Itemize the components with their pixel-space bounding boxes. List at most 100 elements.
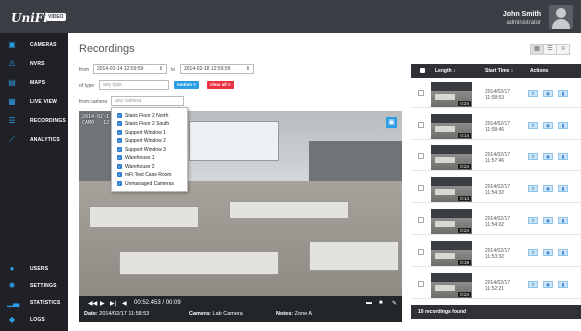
sidebar-item-label: RECORDINGS: [30, 118, 66, 124]
camera-info-value: Lab Camera: [212, 311, 243, 317]
checkbox-checked-icon[interactable]: ✓: [117, 164, 122, 169]
checkbox-checked-icon[interactable]: ✓: [117, 113, 122, 118]
camera-option[interactable]: ✓ Support Window 1: [117, 129, 166, 136]
volume-icon[interactable]: ◀: [122, 300, 127, 307]
user-name[interactable]: John Smith: [503, 11, 541, 18]
table-row[interactable]: 0:24 2014/02/17 11:54:02 ⚲ ◉ ▮: [411, 207, 581, 235]
checkbox-checked-icon[interactable]: ✓: [117, 172, 122, 177]
table-row[interactable]: 0:19 2014/02/17 11:53:32 ⚲ ◉ ▮: [411, 239, 581, 267]
sidebar-item-analytics[interactable]: ⟋ ANALYTICS: [0, 133, 68, 147]
spinner-icon[interactable]: ⇕: [159, 65, 163, 73]
zoom-icon[interactable]: ⚲: [528, 122, 538, 129]
camera-option[interactable]: ✓ Support Window 2: [117, 137, 166, 144]
view-icon[interactable]: ◉: [543, 185, 553, 192]
select-all-checkbox[interactable]: [420, 68, 425, 73]
view-icon[interactable]: ◉: [543, 281, 553, 288]
camera-option[interactable]: ✓ Warehouse 2: [117, 163, 155, 170]
to-date-input[interactable]: 2014-02-18 12:59:59 ⇕: [180, 64, 254, 74]
checkbox-checked-icon[interactable]: ✓: [117, 181, 122, 186]
recording-thumbnail[interactable]: 0:24: [431, 209, 472, 234]
row-checkbox[interactable]: [418, 90, 424, 96]
trash-icon[interactable]: ▮: [558, 281, 568, 288]
row-checkbox[interactable]: [418, 185, 424, 191]
view-icon[interactable]: ◉: [543, 217, 553, 224]
table-row[interactable]: 0:24 2014/02/17 11:52:21 ⚲ ◉ ▮: [411, 271, 581, 299]
zoom-icon[interactable]: ⚲: [528, 153, 538, 160]
save-icon[interactable]: ▣: [386, 117, 397, 128]
trash-icon[interactable]: ▮: [558, 249, 568, 256]
spinner-icon[interactable]: ⇕: [246, 65, 250, 73]
table-row[interactable]: 0:24 2014/02/17 11:58:53 ⚲ ◉ ▮: [411, 80, 581, 108]
trash-icon[interactable]: ▮: [558, 122, 568, 129]
camera-option[interactable]: ✓ Stairs Floor 2 North: [117, 112, 168, 119]
row-checkbox[interactable]: [418, 249, 424, 255]
view-icon[interactable]: ◉: [543, 249, 553, 256]
zoom-icon[interactable]: ⚲: [528, 249, 538, 256]
view-icon[interactable]: ◉: [543, 90, 553, 97]
checkbox-checked-icon[interactable]: ✓: [117, 130, 122, 135]
row-checkbox[interactable]: [418, 281, 424, 287]
trash-icon[interactable]: ▮: [558, 217, 568, 224]
table-row[interactable]: 0:24 2014/02/17 11:57:46 ⚲ ◉ ▮: [411, 143, 581, 171]
zoom-icon[interactable]: ⚲: [528, 281, 538, 288]
list-view-icon[interactable]: ☰: [543, 44, 557, 55]
camera-option[interactable]: ✓ mFi Test Case Room: [117, 171, 172, 178]
camera-option-label: Unmanaged Cameras: [125, 180, 174, 187]
avatar[interactable]: [549, 5, 573, 29]
checkbox-checked-icon[interactable]: ✓: [117, 147, 122, 152]
grid-view-icon[interactable]: ▦: [530, 44, 544, 55]
row-checkbox[interactable]: [418, 122, 424, 128]
recording-thumbnail[interactable]: 0:24: [431, 82, 472, 107]
zoom-icon[interactable]: ⚲: [528, 185, 538, 192]
camera-input[interactable]: any camera: [111, 96, 184, 106]
sidebar-item-users[interactable]: ● USERS: [0, 262, 68, 276]
view-icon[interactable]: ◉: [543, 122, 553, 129]
sidebar-item-logs[interactable]: ◆ LOGS: [0, 313, 68, 327]
camera-option[interactable]: ✓ Support Window 3: [117, 146, 166, 153]
skip-forward-icon[interactable]: ▶|: [110, 300, 116, 307]
screenshot-icon[interactable]: ▬: [366, 300, 372, 306]
recording-thumbnail[interactable]: 0:24: [431, 273, 472, 298]
playback-bar: ◀◀ ▶ ▶| ◀ 00:52.453 / 00:09 ▬ ■ ✎ Date: …: [79, 296, 402, 322]
from-date-input[interactable]: 2014-02-14 12:59:59 ⇕: [93, 64, 167, 74]
sidebar-item-cameras[interactable]: ▣ CAMERAS: [0, 38, 68, 52]
recording-thumbnail[interactable]: 0:14: [431, 114, 472, 139]
table-row[interactable]: 0:14 2014/02/17 11:58:46 ⚲ ◉ ▮: [411, 112, 581, 140]
view-icon[interactable]: ◉: [543, 153, 553, 160]
trash-icon[interactable]: ▮: [558, 153, 568, 160]
camera-option[interactable]: ✓ Unmanaged Cameras: [117, 180, 174, 187]
sidebar-item-live-view[interactable]: ▦ LIVE VIEW: [0, 95, 68, 109]
recording-thumbnail[interactable]: 0:19: [431, 241, 472, 266]
camera-option[interactable]: ✓ Stairs Floor 2 South: [117, 120, 169, 127]
fullscreen-icon[interactable]: ■: [379, 300, 383, 306]
type-input[interactable]: any type: [99, 80, 169, 90]
table-row[interactable]: 0:14 2014/02/17 11:54:32 ⚲ ◉ ▮: [411, 175, 581, 203]
checkbox-checked-icon[interactable]: ✓: [117, 155, 122, 160]
play-icon[interactable]: ▶: [100, 300, 105, 307]
skip-back-icon[interactable]: ◀◀: [88, 300, 97, 307]
checkbox-checked-icon[interactable]: ✓: [117, 138, 122, 143]
trash-icon[interactable]: ▮: [558, 185, 568, 192]
clear-all-button[interactable]: clear all ×: [207, 81, 234, 89]
settings-wrench-icon[interactable]: ✎: [392, 300, 397, 307]
motion-tag[interactable]: motion ×: [174, 81, 199, 89]
checkbox-checked-icon[interactable]: ✓: [117, 121, 122, 126]
col-length[interactable]: Length ↕: [435, 68, 456, 74]
row-checkbox[interactable]: [418, 153, 424, 159]
trash-icon[interactable]: ▮: [558, 90, 568, 97]
recording-thumbnail[interactable]: 0:24: [431, 145, 472, 170]
col-start-time[interactable]: Start Time ↕: [485, 68, 513, 74]
sidebar-item-recordings[interactable]: ☰ RECORDINGS: [0, 114, 68, 128]
zoom-icon[interactable]: ⚲: [528, 217, 538, 224]
sidebar-item-statistics[interactable]: ▁▃ STATISTICS: [0, 296, 68, 310]
start-time: 2014/02/17 11:58:53: [485, 89, 511, 101]
zoom-icon[interactable]: ⚲: [528, 90, 538, 97]
row-checkbox[interactable]: [418, 217, 424, 223]
sidebar-item-maps[interactable]: ▤ MAPS: [0, 76, 68, 90]
recording-thumbnail[interactable]: 0:14: [431, 177, 472, 202]
to-label: to: [171, 67, 176, 73]
detail-view-icon[interactable]: ≡: [556, 44, 570, 55]
camera-option[interactable]: ✓ Warehouse 1: [117, 154, 155, 161]
sidebar-item-nvrs[interactable]: ⚠ NVRS: [0, 57, 68, 71]
sidebar-item-settings[interactable]: ✺ SETTINGS: [0, 279, 68, 293]
